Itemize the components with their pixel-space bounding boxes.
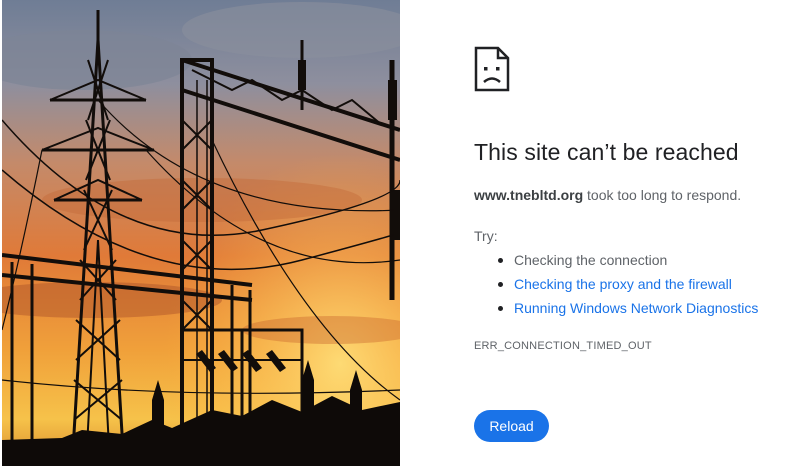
reload-button[interactable]: Reload: [474, 410, 549, 442]
power-towers-image: [2, 0, 400, 466]
site-host: www.tnebltd.org: [474, 187, 584, 203]
suggestion-network-diagnostics-link[interactable]: Running Windows Network Diagnostics: [514, 300, 758, 316]
error-summary: www.tnebltd.org took too long to respond…: [474, 187, 741, 203]
suggestions-list: Checking the connection Checking the pro…: [474, 250, 758, 322]
list-item: Checking the connection: [474, 250, 758, 274]
error-panel: This site can’t be reached www.tnebltd.o…: [474, 0, 794, 466]
page: This site can’t be reached www.tnebltd.o…: [0, 0, 800, 466]
page-title: This site can’t be reached: [474, 139, 739, 165]
list-item: Running Windows Network Diagnostics: [474, 298, 758, 322]
sad-page-icon: [474, 46, 510, 92]
list-item: Checking the proxy and the firewall: [474, 274, 758, 298]
error-message: took too long to respond.: [583, 187, 742, 203]
suggestion-check-connection: Checking the connection: [514, 252, 668, 268]
power-towers-photo: [2, 0, 400, 466]
try-label: Try:: [474, 228, 498, 244]
suggestion-check-proxy-link[interactable]: Checking the proxy and the firewall: [514, 276, 732, 292]
error-code: ERR_CONNECTION_TIMED_OUT: [474, 340, 652, 352]
